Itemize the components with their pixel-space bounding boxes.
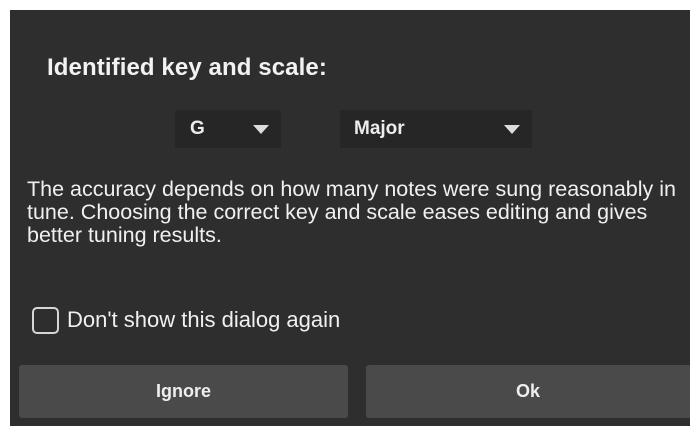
dont-show-again-option[interactable]: Don't show this dialog again xyxy=(32,303,340,337)
chevron-down-icon xyxy=(504,125,520,134)
dialog-message: The accuracy depends on how many notes w… xyxy=(27,177,676,247)
ok-button[interactable]: Ok xyxy=(366,365,690,418)
scale-select-value: Major xyxy=(354,118,405,139)
dialog-title: Identified key and scale: xyxy=(47,54,327,81)
dont-show-again-checkbox[interactable] xyxy=(32,306,59,334)
key-scale-dialog: Identified key and scale: G Major The ac… xyxy=(10,10,690,426)
chevron-down-icon xyxy=(253,125,269,134)
key-select[interactable]: G xyxy=(175,110,281,148)
key-select-value: G xyxy=(190,118,205,139)
scale-select[interactable]: Major xyxy=(340,110,532,148)
dont-show-again-label[interactable]: Don't show this dialog again xyxy=(67,307,340,333)
ignore-button[interactable]: Ignore xyxy=(19,365,348,418)
